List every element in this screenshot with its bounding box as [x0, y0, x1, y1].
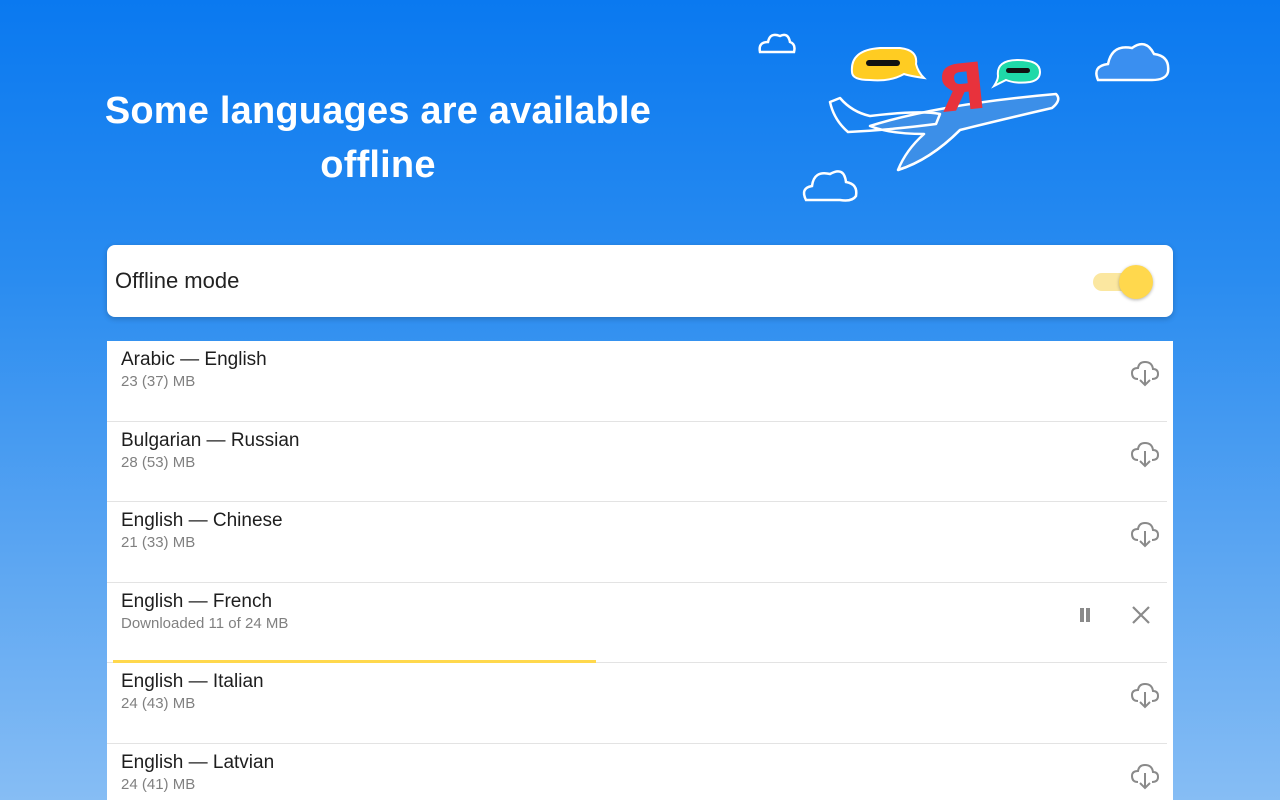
download-button[interactable]: [1127, 758, 1163, 794]
speech-bubble-icon: [850, 47, 927, 82]
language-pair-name: English — Chinese: [121, 510, 283, 531]
language-pack-size: 23 (37) MB: [121, 373, 196, 390]
offline-mode-toggle[interactable]: [1093, 263, 1153, 299]
language-pair-name: English — French: [121, 590, 273, 612]
download-button[interactable]: [1127, 436, 1163, 472]
cancel-download-button[interactable]: [1127, 601, 1155, 629]
language-pair-name: Bulgarian — Russian: [121, 429, 300, 451]
language-pair-name: Arabic — English: [121, 349, 267, 370]
list-item[interactable]: English — Latvian 24 (41) MB: [107, 744, 1167, 800]
cloud-download-icon: [1130, 682, 1160, 709]
list-item[interactable]: Bulgarian — Russian 28 (53) MB: [107, 422, 1167, 502]
letter-ya-icon: Я: [933, 50, 990, 129]
cloud-icon: [758, 33, 796, 54]
list-item[interactable]: English — French Downloaded 11 of 24 MB: [107, 583, 1167, 663]
list-item[interactable]: English — Italian 24 (43) MB: [107, 663, 1167, 744]
title-line-2: offline: [320, 144, 436, 186]
cloud-icon: [802, 170, 858, 202]
close-icon: [1132, 605, 1150, 624]
language-pack-size: 24 (41) MB: [121, 775, 196, 793]
language-pack-size: 21 (33) MB: [121, 534, 196, 551]
offline-mode-label: Offline mode: [115, 268, 240, 293]
language-pack-size: 28 (53) MB: [121, 453, 196, 471]
page-title: Some languages are available offline: [88, 84, 668, 192]
language-pair-name: English — Latvian: [121, 751, 275, 773]
toggle-thumb: [1119, 265, 1153, 299]
download-button[interactable]: [1127, 516, 1163, 552]
list-item[interactable]: English — Chinese 21 (33) MB: [107, 502, 1167, 583]
cloud-download-icon: [1130, 763, 1160, 789]
list-item[interactable]: Arabic — English 23 (37) MB: [107, 341, 1167, 422]
cloud-download-icon: [1130, 521, 1160, 548]
speech-bubble-icon: [991, 58, 1042, 89]
download-status: Downloaded 11 of 24 MB: [121, 614, 289, 632]
language-list: Arabic — English 23 (37) MB Bulgarian — …: [107, 341, 1173, 800]
language-pair-name: English — Italian: [121, 671, 264, 692]
download-button[interactable]: [1127, 355, 1163, 391]
download-button[interactable]: [1127, 677, 1163, 713]
cloud-icon: [1095, 42, 1170, 82]
offline-mode-card: Offline mode: [107, 245, 1173, 317]
cloud-download-icon: [1130, 360, 1160, 387]
title-line-1: Some languages are available: [104, 90, 652, 132]
airplane-illustration: Я: [758, 33, 1170, 202]
pause-button[interactable]: [1071, 601, 1099, 629]
cloud-download-icon: [1130, 441, 1160, 467]
language-pack-size: 24 (43) MB: [121, 695, 196, 712]
pause-icon: [1080, 607, 1090, 622]
